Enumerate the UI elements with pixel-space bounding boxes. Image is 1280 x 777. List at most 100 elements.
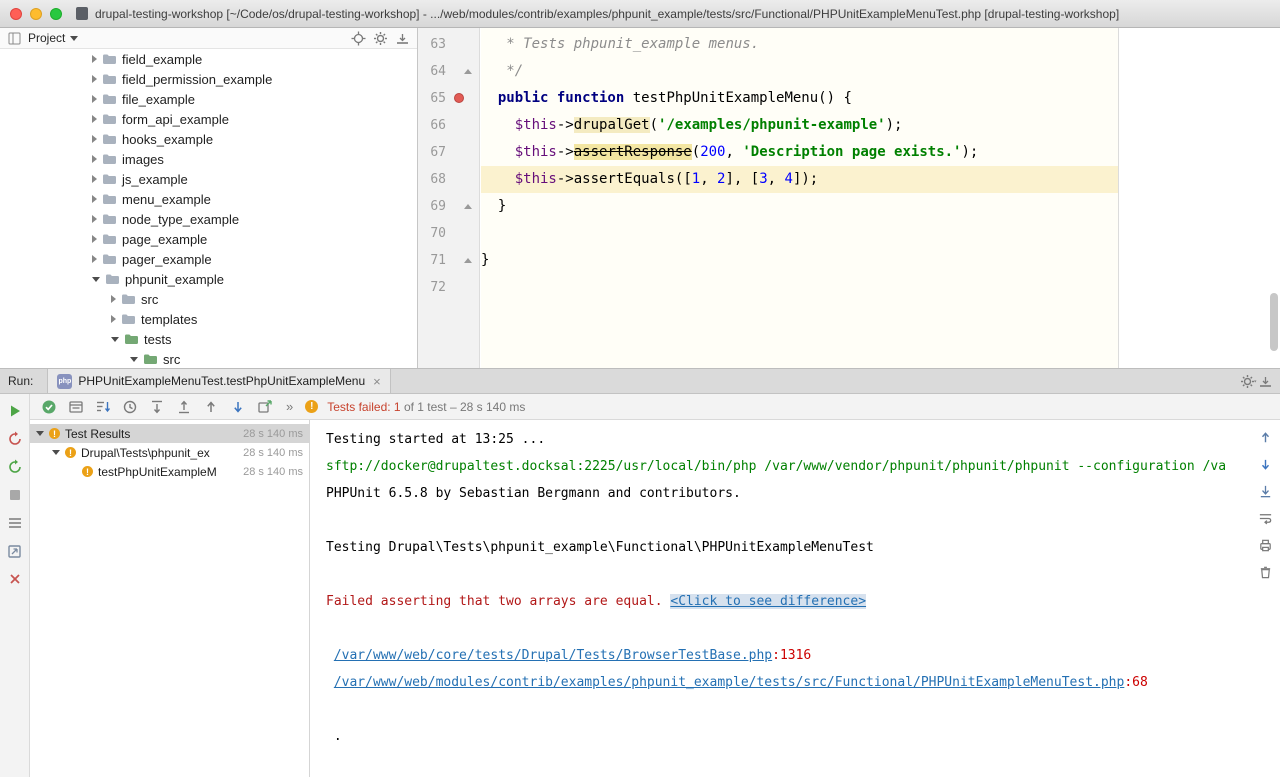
chevron-right-icon[interactable] bbox=[92, 95, 97, 103]
fold-marker-icon[interactable] bbox=[464, 204, 472, 209]
test-tree-item[interactable]: !testPhpUnitExampleM28 s 140 ms bbox=[30, 462, 309, 481]
editor-scrollbar[interactable] bbox=[1270, 293, 1278, 351]
scroll-to-end-button[interactable] bbox=[1256, 482, 1274, 500]
code-line-current[interactable]: $this->assertEquals([1, 2], [3, 4]); bbox=[481, 166, 1280, 193]
tree-item-js_example[interactable]: js_example bbox=[0, 169, 417, 189]
next-failed-test-button[interactable] bbox=[229, 398, 247, 416]
hide-project-panel-button[interactable] bbox=[394, 30, 411, 47]
code-line[interactable] bbox=[481, 274, 1280, 301]
tree-item-images[interactable]: images bbox=[0, 149, 417, 169]
tree-item-form_api_example[interactable]: form_api_example bbox=[0, 109, 417, 129]
code-line[interactable]: $this->assertResponse(200, 'Description … bbox=[481, 139, 1280, 166]
tree-item-templates[interactable]: templates bbox=[0, 309, 417, 329]
sort-alphabetically-toggle[interactable] bbox=[94, 398, 112, 416]
thread-dump-button[interactable] bbox=[6, 514, 24, 532]
tree-item-src[interactable]: src bbox=[0, 349, 417, 368]
show-ignored-toggle[interactable] bbox=[67, 398, 85, 416]
chevron-down-icon[interactable] bbox=[92, 277, 100, 282]
console-line bbox=[326, 507, 1250, 534]
overflow-chevron-icon[interactable]: » bbox=[286, 399, 293, 414]
code-editor[interactable]: 63646566676869707172 * Tests phpunit_exa… bbox=[418, 28, 1280, 368]
test-results-tree: !Test Results28 s 140 ms!Drupal\Tests\ph… bbox=[30, 420, 310, 777]
chevron-down-icon[interactable] bbox=[36, 431, 44, 436]
previous-failed-test-button[interactable] bbox=[202, 398, 220, 416]
chevron-right-icon[interactable] bbox=[92, 255, 97, 263]
run-settings-gear-icon[interactable] bbox=[1240, 373, 1257, 390]
tree-item-field_example[interactable]: field_example bbox=[0, 49, 417, 69]
test-tree-item[interactable]: !Drupal\Tests\phpunit_ex28 s 140 ms bbox=[30, 443, 309, 462]
console-link[interactable]: <Click to see difference> bbox=[670, 594, 866, 609]
failed-test-gutter-icon[interactable] bbox=[454, 93, 464, 103]
chevron-down-icon[interactable] bbox=[52, 450, 60, 455]
console-link[interactable]: /var/www/web/core/tests/Drupal/Tests/Bro… bbox=[334, 648, 772, 663]
chevron-right-icon[interactable] bbox=[111, 295, 116, 303]
gear-icon[interactable] bbox=[372, 30, 389, 47]
chevron-right-icon[interactable] bbox=[92, 195, 97, 203]
chevron-down-icon[interactable] bbox=[130, 357, 138, 362]
tree-item-phpunit_example[interactable]: phpunit_example bbox=[0, 269, 417, 289]
tree-item-menu_example[interactable]: menu_example bbox=[0, 189, 417, 209]
chevron-right-icon[interactable] bbox=[92, 235, 97, 243]
code-line[interactable]: } bbox=[481, 247, 1280, 274]
chevron-right-icon[interactable] bbox=[92, 115, 97, 123]
prev-stack-trace-button[interactable] bbox=[1256, 428, 1274, 446]
chevron-right-icon[interactable] bbox=[92, 175, 97, 183]
show-passed-toggle[interactable] bbox=[40, 398, 58, 416]
code-line[interactable]: public function testPhpUnitExampleMenu()… bbox=[481, 85, 1280, 112]
run-tab[interactable]: php PHPUnitExampleMenuTest.testPhpUnitEx… bbox=[47, 369, 390, 393]
tree-item-node_type_example[interactable]: node_type_example bbox=[0, 209, 417, 229]
chevron-right-icon[interactable] bbox=[111, 315, 116, 323]
tree-item-field_permission_example[interactable]: field_permission_example bbox=[0, 69, 417, 89]
fold-marker-icon[interactable] bbox=[464, 258, 472, 263]
code-line[interactable]: */ bbox=[481, 58, 1280, 85]
project-panel-title[interactable]: Project bbox=[28, 31, 65, 45]
console-text: Testing Drupal\Tests\phpunit_example\Fun… bbox=[326, 540, 874, 555]
code-line[interactable] bbox=[481, 220, 1280, 247]
chevron-right-icon[interactable] bbox=[92, 155, 97, 163]
code-line[interactable]: $this->drupalGet('/examples/phpunit-exam… bbox=[481, 112, 1280, 139]
chevron-right-icon[interactable] bbox=[92, 55, 97, 63]
toggle-auto-test-button[interactable] bbox=[6, 458, 24, 476]
sort-by-duration-toggle[interactable] bbox=[121, 398, 139, 416]
code-line[interactable]: } bbox=[481, 193, 1280, 220]
collapse-all-button[interactable] bbox=[175, 398, 193, 416]
console-link[interactable]: /var/www/web/modules/contrib/examples/ph… bbox=[334, 675, 1125, 690]
rerun-button[interactable] bbox=[6, 402, 24, 420]
tree-item-pager_example[interactable]: pager_example bbox=[0, 249, 417, 269]
close-window-button[interactable] bbox=[10, 8, 22, 20]
fold-marker-icon[interactable] bbox=[464, 69, 472, 74]
line-number: 71 bbox=[418, 247, 446, 274]
select-opened-file-button[interactable] bbox=[350, 30, 367, 47]
rerun-failed-tests-button[interactable] bbox=[6, 430, 24, 448]
chevron-down-icon[interactable] bbox=[111, 337, 119, 342]
tree-item-tests[interactable]: tests bbox=[0, 329, 417, 349]
zoom-window-button[interactable] bbox=[50, 8, 62, 20]
chevron-down-icon[interactable] bbox=[70, 36, 78, 41]
chevron-right-icon[interactable] bbox=[92, 215, 97, 223]
restore-layout-button[interactable] bbox=[6, 542, 24, 560]
minimize-window-button[interactable] bbox=[30, 8, 42, 20]
clear-console-button[interactable] bbox=[1256, 563, 1274, 581]
editor-code-area[interactable]: * Tests phpunit_example menus. */ public… bbox=[481, 28, 1280, 368]
print-button[interactable] bbox=[1256, 536, 1274, 554]
import-test-results-button[interactable] bbox=[256, 398, 274, 416]
chevron-right-icon[interactable] bbox=[92, 135, 97, 143]
test-tree-item[interactable]: !Test Results28 s 140 ms bbox=[30, 424, 309, 443]
tree-item-src[interactable]: src bbox=[0, 289, 417, 309]
hide-run-panel-button[interactable] bbox=[1257, 373, 1274, 390]
next-stack-trace-button[interactable] bbox=[1256, 455, 1274, 473]
run-console[interactable]: Testing started at 13:25 ...sftp://docke… bbox=[310, 420, 1250, 777]
test-failed-icon: ! bbox=[65, 447, 76, 458]
tree-item-hooks_example[interactable]: hooks_example bbox=[0, 129, 417, 149]
tree-item-file_example[interactable]: file_example bbox=[0, 89, 417, 109]
close-run-panel-button[interactable] bbox=[6, 570, 24, 588]
document-proxy-icon[interactable] bbox=[76, 7, 88, 20]
expand-all-button[interactable] bbox=[148, 398, 166, 416]
stop-button[interactable] bbox=[6, 486, 24, 504]
tree-item-page_example[interactable]: page_example bbox=[0, 229, 417, 249]
code-line[interactable]: * Tests phpunit_example menus. bbox=[481, 31, 1280, 58]
close-tab-icon[interactable]: × bbox=[373, 375, 381, 388]
chevron-right-icon[interactable] bbox=[92, 75, 97, 83]
soft-wrap-button[interactable] bbox=[1256, 509, 1274, 527]
gutter-line: 67 bbox=[418, 139, 479, 166]
